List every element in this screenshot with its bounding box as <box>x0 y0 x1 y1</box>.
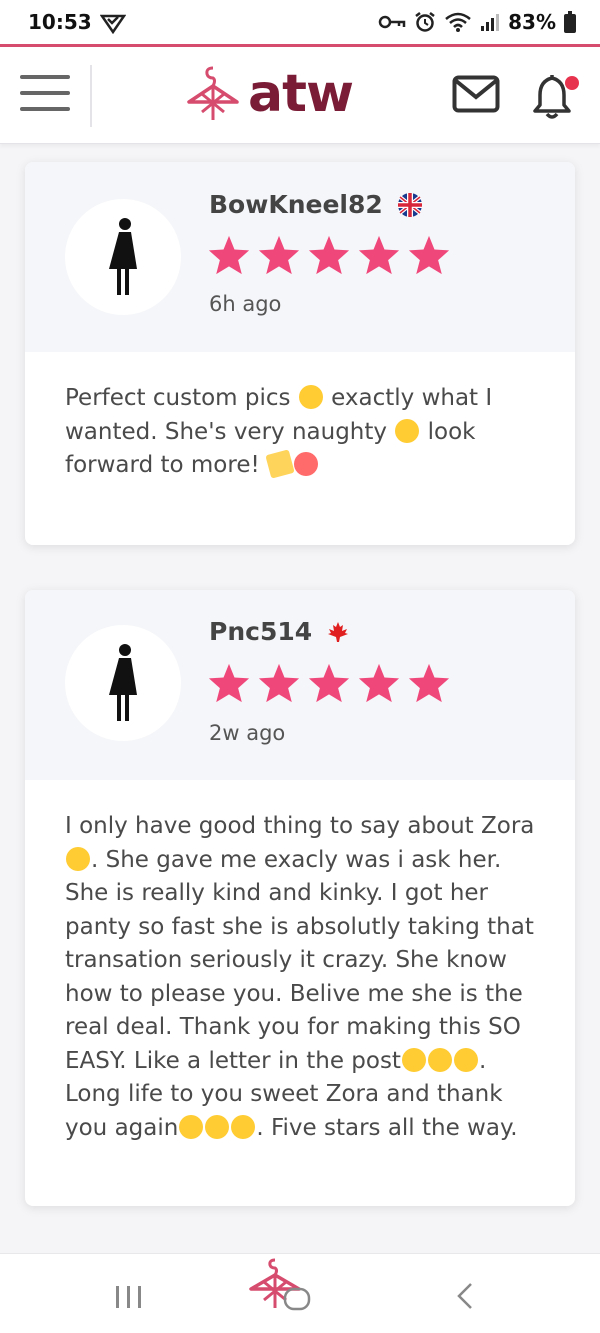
review-card: Pnc514 2w ago I only have good thing to … <box>25 590 575 1206</box>
hearts-face-emoji-icon <box>453 1047 478 1072</box>
star-icon <box>408 235 450 275</box>
blush-emoji-icon <box>395 418 420 443</box>
menu-icon <box>20 75 70 111</box>
bell-icon <box>533 75 579 119</box>
battery-percentage: 83% <box>508 10 556 34</box>
heart-eyes-emoji-icon <box>205 1114 230 1139</box>
battery-icon <box>564 11 576 33</box>
wink-emoji-icon <box>66 846 90 871</box>
review-time: 6h ago <box>209 292 282 316</box>
female-user-icon <box>109 218 137 295</box>
star-icon <box>258 663 300 703</box>
signal-icon <box>481 14 500 31</box>
star-icon <box>408 663 450 703</box>
star-icon <box>358 663 400 703</box>
messages-button[interactable] <box>452 75 500 117</box>
system-nav-bar <box>0 1253 600 1333</box>
star-icon <box>208 663 250 703</box>
menu-button[interactable] <box>20 75 70 115</box>
uk-flag-icon <box>397 192 422 217</box>
logo-text: atw <box>248 64 354 124</box>
mail-icon <box>452 75 500 113</box>
star-icon <box>258 235 300 275</box>
home-button[interactable] <box>245 1256 315 1320</box>
status-time: 10:53 <box>28 10 92 34</box>
recent-apps-icon <box>116 1286 141 1308</box>
hanger-logo-icon <box>187 66 239 120</box>
logo[interactable]: atw <box>186 63 354 125</box>
star-icon <box>308 663 350 703</box>
star-icon <box>208 235 250 275</box>
star-icon <box>308 235 350 275</box>
review-text: Perfect custom pics exactly what I wante… <box>65 385 493 479</box>
home-icon <box>249 1258 311 1311</box>
notifications-button[interactable] <box>530 71 580 125</box>
star-rating <box>207 234 451 276</box>
status-bar: 10:53 83% <box>0 0 600 44</box>
tongue-emoji-icon <box>298 385 323 409</box>
female-user-icon <box>109 644 137 721</box>
reviewer-name[interactable]: Pnc514 <box>209 617 350 646</box>
star-icon <box>358 235 400 275</box>
reviewer-name[interactable]: BowKneel82 <box>209 190 423 219</box>
app-header: atw <box>0 47 600 144</box>
review-header: Pnc514 2w ago <box>25 590 575 780</box>
back-icon <box>457 1283 472 1309</box>
smirk-emoji-icon <box>427 1047 452 1072</box>
back-button[interactable] <box>456 1282 474 1314</box>
review-text: I only have good thing to say about Zora… <box>65 813 535 1141</box>
recent-apps-button[interactable] <box>116 1286 141 1308</box>
vpn-key-icon <box>378 15 406 29</box>
verified-badge-icon <box>99 14 126 34</box>
hot-face-emoji-icon <box>294 452 319 476</box>
kiss-emoji-icon <box>231 1114 256 1139</box>
review-header: BowKneel82 6h ago <box>25 162 575 352</box>
avatar <box>65 199 181 315</box>
alarm-icon <box>415 12 435 32</box>
sunglasses-emoji-icon <box>401 1047 426 1072</box>
wifi-icon <box>445 12 471 32</box>
party-popper-emoji-icon <box>265 449 295 479</box>
star-rating <box>207 662 451 704</box>
avatar <box>65 625 181 741</box>
header-divider <box>90 65 92 127</box>
canada-flag-icon <box>328 621 349 642</box>
review-time: 2w ago <box>209 721 286 745</box>
review-card: BowKneel82 6h ago Perfect custom pics ex… <box>25 162 575 545</box>
star-eyes-emoji-icon <box>179 1114 204 1139</box>
